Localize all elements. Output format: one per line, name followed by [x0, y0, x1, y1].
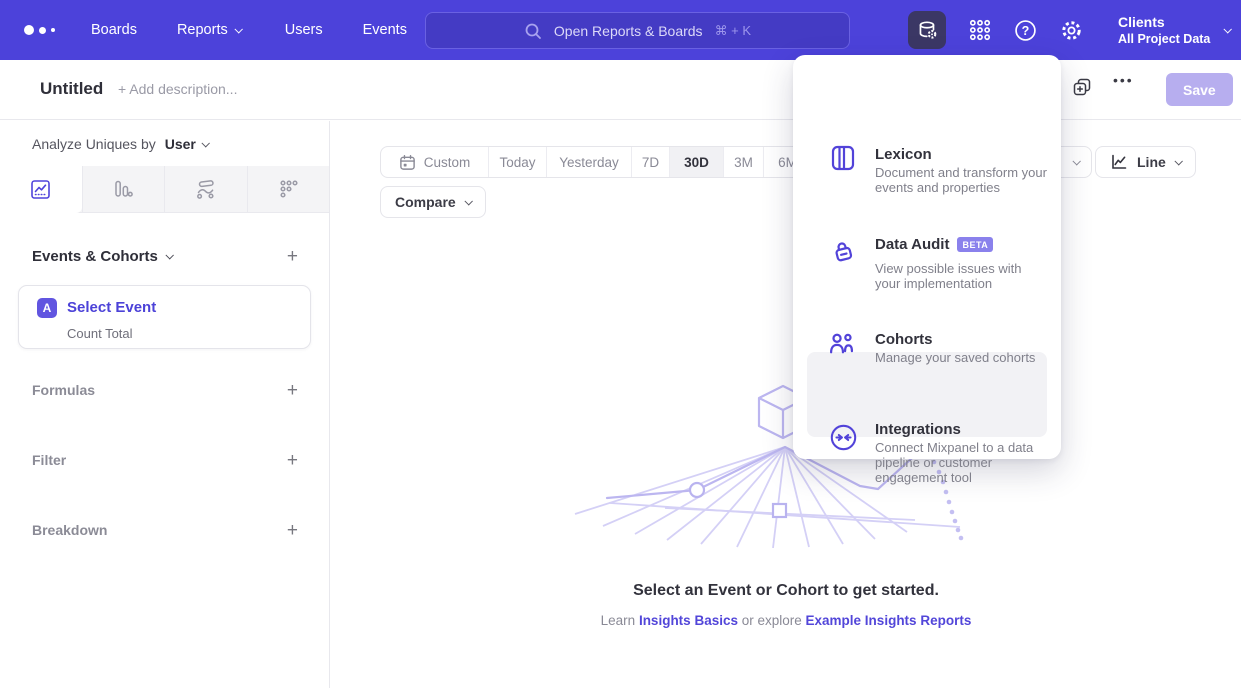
- series-badge: A: [37, 298, 57, 318]
- analyze-value: User: [165, 136, 196, 152]
- help-button[interactable]: ?: [1014, 19, 1037, 42]
- gear-icon: [1060, 19, 1083, 42]
- apps-grid-button[interactable]: [969, 19, 991, 41]
- chart-type-button[interactable]: Line: [1095, 146, 1196, 178]
- chevron-down-icon: [464, 197, 472, 205]
- breakdown-header: Breakdown: [32, 522, 107, 538]
- save-button[interactable]: Save: [1166, 73, 1233, 106]
- tab-line-chart[interactable]: [0, 166, 82, 213]
- chart-type-tabs: [0, 166, 329, 213]
- chevron-down-icon: [165, 251, 173, 259]
- menu-item-desc: Document and transform your events and p…: [875, 165, 1047, 195]
- chevron-down-icon: [1174, 157, 1182, 165]
- calendar-icon: [399, 154, 416, 171]
- data-management-menu: Lexicon Document and transform your even…: [793, 55, 1061, 459]
- range-7d[interactable]: 7D: [631, 147, 669, 177]
- filter-section: Filter +: [32, 443, 298, 477]
- search-input[interactable]: Open Reports & Boards ⌘ + K: [425, 12, 850, 49]
- insights-basics-link[interactable]: Insights Basics: [639, 613, 738, 628]
- mixpanel-logo: [24, 25, 55, 35]
- settings-button[interactable]: [1060, 19, 1083, 42]
- help-icon: ?: [1014, 19, 1037, 42]
- line-chart-icon: [1110, 153, 1128, 171]
- analyze-prefix: Analyze Uniques by: [32, 136, 156, 152]
- tab-metrics-grid[interactable]: [247, 166, 330, 212]
- nav-item-boards[interactable]: Boards: [91, 22, 137, 38]
- add-filter-button[interactable]: +: [287, 451, 298, 470]
- bar-chart-icon: [113, 179, 133, 199]
- example-insights-reports-link[interactable]: Example Insights Reports: [806, 613, 972, 628]
- add-formula-button[interactable]: +: [287, 381, 298, 400]
- menu-item-title: Lexicon: [875, 146, 932, 163]
- beta-badge: BETA: [957, 237, 993, 252]
- lexicon-book-icon: [829, 144, 857, 177]
- range-more-button[interactable]: [1059, 147, 1091, 177]
- copy-plus-icon: [1072, 77, 1092, 97]
- menu-item-title: Integrations: [875, 421, 961, 438]
- range-3m[interactable]: 3M: [723, 147, 763, 177]
- chevron-down-icon: [201, 139, 209, 147]
- range-today[interactable]: Today: [488, 147, 546, 177]
- menu-item-title: Cohorts: [875, 331, 933, 348]
- chevron-down-icon: [1224, 25, 1232, 33]
- tab-bar-chart[interactable]: [82, 166, 165, 212]
- data-management-button[interactable]: [908, 11, 946, 49]
- org-name: Clients: [1118, 14, 1210, 31]
- query-sidebar: Analyze Uniques by User: [0, 121, 330, 688]
- menu-item-desc: Manage your saved cohorts: [875, 350, 1047, 365]
- integrations-icon: [829, 423, 858, 457]
- menu-item-desc: Connect Mixpanel to a data pipeline or c…: [875, 440, 1047, 485]
- data-audit-icon: [829, 237, 857, 270]
- tab-stacked-chart[interactable]: [164, 166, 247, 212]
- range-30d[interactable]: 30D: [669, 147, 723, 177]
- search-icon: [524, 22, 542, 40]
- empty-state-links: Learn Insights Basics or explore Example…: [331, 613, 1241, 628]
- menu-item-title: Data Audit BETA: [875, 236, 993, 253]
- formulas-header: Formulas: [32, 382, 95, 398]
- apps-grid-icon: [969, 19, 991, 41]
- report-description-placeholder[interactable]: + Add description...: [118, 81, 237, 97]
- search-placeholder: Open Reports & Boards: [554, 23, 703, 39]
- chevron-down-icon: [1072, 157, 1080, 165]
- add-breakdown-button[interactable]: +: [287, 521, 298, 540]
- svg-text:?: ?: [1022, 23, 1030, 37]
- project-switcher[interactable]: Clients All Project Data: [1118, 14, 1230, 47]
- formulas-section: Formulas +: [32, 373, 298, 407]
- count-total-label[interactable]: Count Total: [67, 326, 133, 341]
- duplicate-report-button[interactable]: [1072, 77, 1092, 102]
- breakdown-section: Breakdown +: [32, 513, 298, 547]
- cohorts-people-icon: [829, 331, 855, 362]
- nav-item-events[interactable]: Events: [363, 22, 407, 38]
- nav-item-users[interactable]: Users: [285, 22, 323, 38]
- database-gear-icon: [917, 20, 938, 41]
- search-shortcut: ⌘ + K: [715, 23, 752, 39]
- chevron-down-icon: [234, 25, 242, 33]
- dots-grid-icon: [278, 179, 298, 199]
- compare-button[interactable]: Compare: [380, 186, 486, 218]
- nav-item-reports[interactable]: Reports: [177, 22, 241, 38]
- empty-state-title: Select an Event or Cohort to get started…: [331, 582, 1241, 600]
- events-cohorts-header[interactable]: Events & Cohorts: [32, 248, 172, 265]
- analyze-uniques-control[interactable]: Analyze Uniques by User: [32, 127, 208, 161]
- select-event-label: Select Event: [67, 299, 156, 316]
- top-nav: Boards Reports Users Events Open Reports…: [0, 0, 1241, 60]
- range-custom[interactable]: Custom: [381, 147, 488, 177]
- filter-header: Filter: [32, 452, 66, 468]
- more-options-button[interactable]: •••: [1113, 72, 1134, 88]
- stacked-chart-icon: [195, 179, 216, 200]
- line-chart-framed-icon: [31, 180, 50, 199]
- project-name: All Project Data: [1118, 31, 1210, 47]
- range-yesterday[interactable]: Yesterday: [546, 147, 631, 177]
- menu-item-desc: View possible issues with your implement…: [875, 261, 1047, 291]
- select-event-card[interactable]: A Select Event Count Total: [18, 285, 311, 349]
- report-title[interactable]: Untitled: [40, 79, 103, 99]
- events-cohorts-section: Events & Cohorts +: [32, 239, 298, 273]
- add-event-button[interactable]: +: [287, 247, 298, 266]
